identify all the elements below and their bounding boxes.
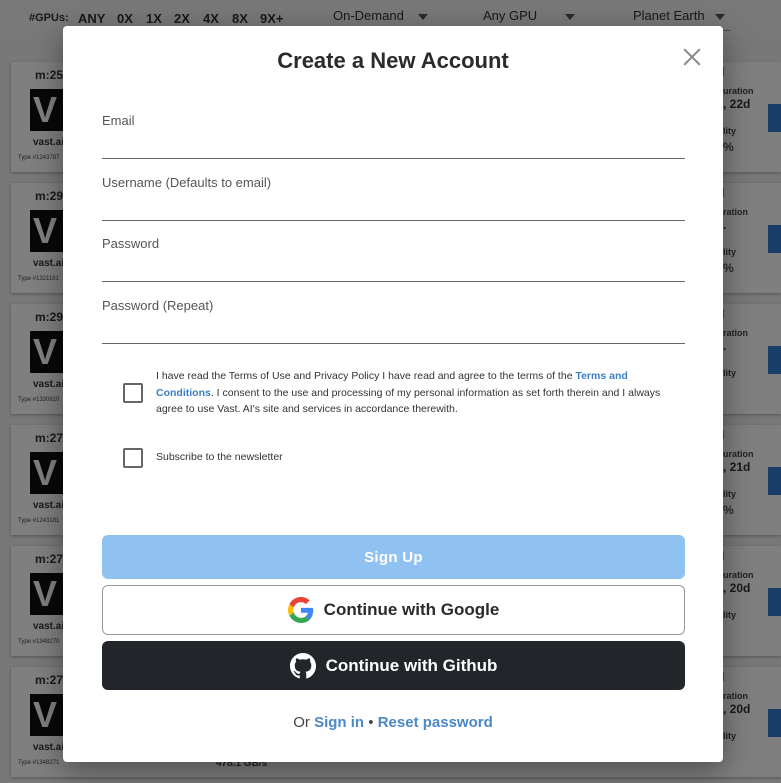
google-signin-button[interactable]: Continue with Google bbox=[102, 585, 685, 635]
google-button-label: Continue with Google bbox=[323, 600, 500, 619]
sign-up-label: Sign Up bbox=[364, 548, 423, 566]
dialog-footer: Or Sign in • Reset password bbox=[63, 714, 723, 731]
terms-text: I have read the Terms of Use and Privacy… bbox=[156, 368, 666, 418]
email-input[interactable] bbox=[102, 135, 685, 159]
email-label: Email bbox=[102, 113, 135, 128]
github-signin-button[interactable]: Continue with Github bbox=[102, 641, 685, 690]
github-icon bbox=[289, 652, 316, 678]
username-input[interactable] bbox=[102, 197, 685, 221]
sign-in-link[interactable]: Sign in bbox=[314, 714, 364, 731]
password-field: Password bbox=[102, 236, 685, 284]
terms-text-start: I have read the Terms of Use and Privacy… bbox=[156, 370, 576, 382]
terms-text-end: . I consent to the use and processing of… bbox=[156, 386, 661, 416]
reset-password-link[interactable]: Reset password bbox=[378, 714, 493, 731]
dialog-title: Create a New Account bbox=[277, 48, 509, 73]
username-field: Username (Defaults to email) bbox=[102, 175, 685, 223]
password-repeat-label: Password (Repeat) bbox=[102, 298, 214, 313]
password-repeat-field: Password (Repeat) bbox=[102, 298, 685, 346]
password-input[interactable] bbox=[102, 258, 685, 282]
close-icon[interactable] bbox=[680, 45, 704, 69]
google-icon bbox=[287, 597, 313, 623]
password-repeat-input[interactable] bbox=[102, 320, 685, 344]
newsletter-label: Subscribe to the newsletter bbox=[156, 451, 283, 463]
sign-up-button[interactable]: Sign Up bbox=[102, 535, 685, 579]
username-label: Username (Defaults to email) bbox=[102, 175, 272, 190]
newsletter-checkbox[interactable] bbox=[123, 448, 143, 468]
github-button-label: Continue with Github bbox=[325, 655, 498, 675]
footer-separator: • bbox=[368, 714, 374, 731]
email-field: Email bbox=[102, 113, 685, 161]
terms-checkbox[interactable] bbox=[123, 383, 143, 403]
create-account-dialog: Create a New Account Email Username (Def… bbox=[63, 26, 723, 762]
footer-or-text: Or bbox=[293, 714, 310, 731]
password-label: Password bbox=[102, 236, 160, 251]
